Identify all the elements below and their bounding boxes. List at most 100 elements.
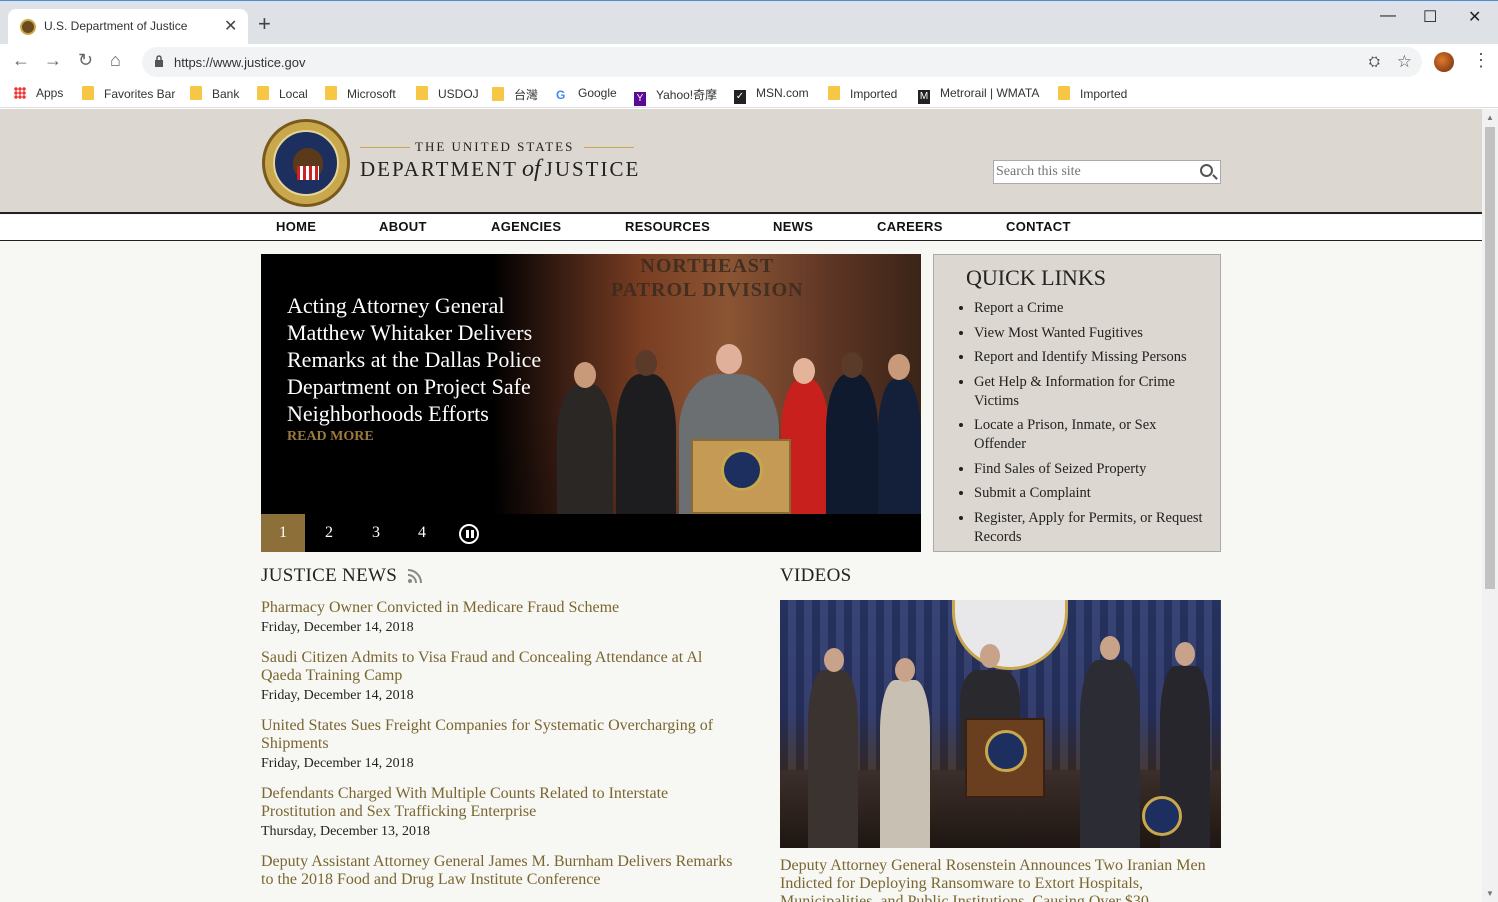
news-headline[interactable]: United States Sues Freight Companies for… (261, 717, 741, 753)
person-head (635, 350, 657, 376)
nav-resources[interactable]: RESOURCES (625, 219, 710, 234)
news-item: Defendants Charged With Multiple Counts … (261, 785, 741, 840)
org-justice-text: JUSTICE (544, 157, 641, 181)
scroll-up-icon[interactable]: ▲ (1486, 113, 1494, 122)
justice-news-title: JUSTICE NEWS (261, 565, 398, 586)
person-figure (880, 680, 930, 848)
doj-watermark-icon (1142, 796, 1182, 836)
carousel-page-4[interactable]: 4 (400, 514, 444, 552)
nav-home[interactable]: HOME (276, 219, 316, 234)
quick-link-item[interactable]: Register, Apply for Permits, or Request … (974, 509, 1209, 547)
nav-contact[interactable]: CONTACT (1006, 219, 1071, 234)
folder-icon (416, 86, 428, 100)
person-figure (616, 374, 676, 514)
bookmark-bank[interactable]: Bank (190, 86, 239, 101)
quick-link-item[interactable]: Submit a Complaint (974, 484, 1209, 503)
profile-avatar[interactable] (1434, 52, 1454, 72)
quick-link-item[interactable]: Locate a Prison, Inmate, or Sex Offender (974, 416, 1209, 454)
back-arrow-icon[interactable]: ← (12, 50, 30, 71)
nav-news[interactable]: NEWS (773, 219, 813, 234)
seal-inner (273, 130, 339, 196)
bookmark-yahoo[interactable]: Y Yahoo!奇摩 (634, 86, 717, 106)
podium (691, 439, 791, 514)
apps-grid-icon (14, 87, 26, 99)
news-date: Friday, December 14, 2018 (261, 620, 414, 635)
bookmark-wmata[interactable]: M Metrorail | WMATA (918, 86, 1039, 104)
carousel-page-2[interactable]: 2 (307, 514, 351, 552)
address-bar[interactable]: https://www.justice.gov ⛭ ☆ (142, 47, 1422, 77)
news-headline[interactable]: Pharmacy Owner Convicted in Medicare Fra… (261, 599, 741, 617)
bookmark-taiwan[interactable]: 台灣 (492, 86, 538, 103)
browser-tab[interactable]: U.S. Department of Justice ✕ (8, 9, 248, 45)
tab-close-icon[interactable]: ✕ (224, 16, 237, 36)
doj-seal-logo[interactable] (262, 119, 350, 207)
scroll-down-icon[interactable]: ▼ (1486, 889, 1494, 898)
close-window-button[interactable]: ✕ (1468, 7, 1481, 27)
shield-icon (297, 166, 319, 180)
tab-title: U.S. Department of Justice (44, 19, 188, 33)
extension-icon[interactable]: ⛭ (1369, 53, 1380, 70)
podium-seal-icon (721, 449, 763, 491)
read-more-link[interactable]: READ MORE (287, 429, 374, 445)
rss-feed-icon[interactable] (407, 568, 423, 584)
carousel-page-3[interactable]: 3 (354, 514, 398, 552)
news-headline[interactable]: Defendants Charged With Multiple Counts … (261, 785, 741, 821)
news-list: Pharmacy Owner Convicted in Medicare Fra… (261, 599, 741, 902)
folder-icon (82, 86, 94, 100)
hero-headline[interactable]: Acting Attorney General Matthew Whitaker… (287, 292, 577, 427)
doj-favicon-icon (20, 19, 36, 35)
scrollbar-thumb[interactable] (1485, 127, 1495, 589)
nav-agencies[interactable]: AGENCIES (491, 219, 561, 234)
maximize-button[interactable]: ☐ (1423, 7, 1437, 27)
folder-icon (190, 86, 202, 100)
bookmark-imported-2[interactable]: Imported (1058, 86, 1127, 101)
url-text[interactable]: https://www.justice.gov (174, 55, 306, 70)
bookmark-google[interactable]: G Google (556, 86, 617, 102)
video-caption[interactable]: Deputy Attorney General Rosenstein Annou… (780, 857, 1220, 902)
person-head (1175, 642, 1195, 666)
news-date: Thursday, December 13, 2018 (261, 824, 430, 839)
new-tab-button[interactable]: + (258, 13, 271, 35)
browser-menu-icon[interactable]: ⋮ (1472, 50, 1490, 71)
bookmark-star-icon[interactable]: ☆ (1397, 52, 1412, 72)
news-item: Pharmacy Owner Convicted in Medicare Fra… (261, 599, 741, 636)
nav-about[interactable]: ABOUT (379, 219, 427, 234)
news-headline[interactable]: Deputy Assistant Attorney General James … (261, 853, 741, 889)
reload-icon[interactable]: ↻ (78, 50, 93, 71)
quick-links-panel: QUICK LINKS Report a Crime View Most Wan… (933, 254, 1221, 552)
org-name-main[interactable]: DEPARTMENT of JUSTICE (360, 156, 640, 183)
video-player[interactable] (780, 600, 1221, 848)
page-scrollbar[interactable]: ▲ ▼ (1482, 109, 1498, 902)
carousel-pager: 1 2 3 4 (261, 514, 921, 552)
quick-link-item[interactable]: Get Help & Information for Crime Victims (974, 373, 1209, 411)
podium-seal-icon (985, 730, 1027, 772)
bookmark-local[interactable]: Local (257, 86, 308, 101)
quick-links-title: QUICK LINKS (966, 265, 1106, 290)
news-item: Saudi Citizen Admits to Visa Fraud and C… (261, 649, 741, 704)
search-icon[interactable] (1200, 164, 1213, 177)
nav-careers[interactable]: CAREERS (877, 219, 943, 234)
pause-icon[interactable] (459, 524, 479, 544)
carousel-page-1[interactable]: 1 (261, 514, 305, 552)
minimize-button[interactable]: — (1380, 7, 1396, 25)
folder-icon (257, 86, 269, 100)
org-dept-text: DEPARTMENT (360, 157, 518, 181)
org-of-text: of (521, 156, 541, 182)
folder-icon (325, 86, 337, 100)
bookmark-usdoj[interactable]: USDOJ (416, 86, 479, 101)
quick-link-item[interactable]: Report and Identify Missing Persons (974, 348, 1209, 367)
bookmark-msn[interactable]: ✓ MSN.com (734, 86, 809, 104)
bookmark-microsoft[interactable]: Microsoft (325, 86, 396, 101)
news-headline[interactable]: Saudi Citizen Admits to Visa Fraud and C… (261, 649, 741, 685)
person-head (574, 362, 596, 388)
quick-link-item[interactable]: Report a Crime (974, 299, 1209, 318)
quick-link-item[interactable]: View Most Wanted Fugitives (974, 324, 1209, 343)
bookmark-apps[interactable]: Apps (14, 86, 63, 100)
home-icon[interactable]: ⌂ (110, 50, 121, 71)
quick-link-item[interactable]: Find Sales of Seized Property (974, 460, 1209, 479)
bookmark-favorites-bar[interactable]: Favorites Bar (82, 86, 175, 101)
person-head (841, 352, 863, 378)
search-input[interactable] (996, 163, 1192, 181)
bookmark-imported-1[interactable]: Imported (828, 86, 897, 101)
forward-arrow-icon[interactable]: → (44, 50, 62, 71)
